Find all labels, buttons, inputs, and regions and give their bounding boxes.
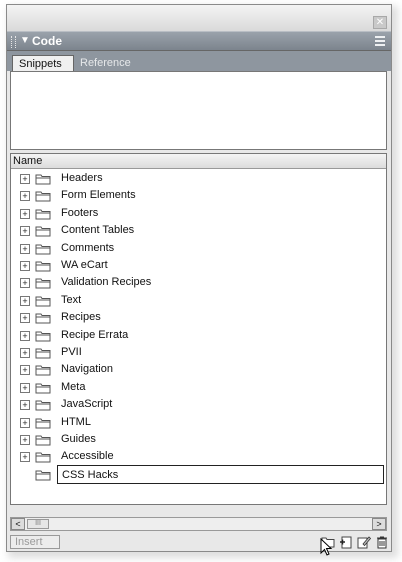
- list-item-label: Guides: [61, 433, 96, 445]
- list-item-label: Recipe Errata: [61, 328, 129, 341]
- list-item-label: Comments: [61, 241, 115, 254]
- expand-plus-icon[interactable]: +: [20, 313, 30, 324]
- list-item[interactable]: + Guides: [11, 431, 386, 448]
- folder-icon: [35, 435, 51, 446]
- edit-snippet-icon[interactable]: [357, 535, 371, 549]
- list-item[interactable]: + Accessible: [11, 448, 386, 465]
- horizontal-scrollbar[interactable]: < III >: [10, 517, 387, 531]
- mouse-cursor-icon: [320, 538, 333, 556]
- list-item-label: Validation Recipes: [61, 276, 152, 289]
- scroll-right-button[interactable]: >: [372, 518, 386, 530]
- panel-options-icon[interactable]: [375, 36, 385, 47]
- floating-titlebar[interactable]: ✕: [7, 5, 391, 31]
- snippet-list: Name + Headers + Form Elements + Footers + Cont…: [10, 153, 387, 505]
- tab-bar: Snippets Reference: [7, 51, 391, 71]
- list-item-label: Text: [61, 293, 82, 306]
- drag-grip-icon[interactable]: [11, 36, 16, 48]
- panel-header[interactable]: ▼ Code: [7, 31, 391, 51]
- folder-icon: [35, 400, 51, 411]
- folder-icon: [35, 331, 51, 342]
- collapse-arrow-icon[interactable]: ▼: [20, 35, 30, 46]
- folder-icon: [35, 452, 51, 463]
- list-item[interactable]: + Meta: [11, 379, 386, 396]
- list-item-label: Meta: [61, 380, 86, 393]
- folder-icon: [35, 174, 51, 185]
- list-item[interactable]: + Validation Recipes: [11, 274, 386, 291]
- scroll-thumb[interactable]: III: [27, 519, 49, 529]
- column-header-name[interactable]: Name: [11, 154, 386, 169]
- delete-icon[interactable]: [375, 535, 389, 549]
- panel-title[interactable]: Code: [32, 34, 62, 48]
- folder-icon: [35, 348, 51, 359]
- list-item[interactable]: + Recipes: [11, 309, 386, 326]
- folder-icon: [35, 209, 51, 220]
- expand-plus-icon[interactable]: +: [20, 435, 30, 445]
- expand-plus-icon[interactable]: +: [20, 191, 30, 202]
- expand-plus-icon[interactable]: +: [20, 226, 30, 237]
- folder-icon: [35, 418, 51, 429]
- expand-plus-icon[interactable]: +: [20, 330, 30, 341]
- insert-button[interactable]: Insert: [10, 535, 60, 549]
- list-item-label: Recipes: [61, 311, 101, 324]
- list-item[interactable]: + HTML: [11, 414, 386, 431]
- list-item-label: WA eCart: [61, 259, 108, 271]
- list-item-label: Navigation: [61, 363, 113, 376]
- list-item[interactable]: + Text: [11, 292, 386, 309]
- expand-plus-icon[interactable]: +: [20, 174, 30, 184]
- code-panel: ✕ ▼ Code Snippets Reference Name + Header…: [6, 4, 392, 552]
- new-folder-icon: [35, 470, 51, 481]
- list-item[interactable]: + JavaScript: [11, 396, 386, 413]
- list-item-label: PVII: [61, 346, 82, 358]
- tab-reference[interactable]: Reference: [74, 55, 148, 71]
- new-folder-name-input[interactable]: CSS Hacks: [57, 464, 384, 484]
- expand-plus-icon[interactable]: +: [20, 295, 30, 306]
- expand-plus-icon[interactable]: +: [20, 365, 30, 376]
- list-item[interactable]: + PVII: [11, 344, 386, 361]
- list-item-label: JavaScript: [61, 398, 113, 411]
- expand-plus-icon[interactable]: +: [20, 382, 30, 393]
- expand-plus-icon[interactable]: +: [20, 278, 30, 289]
- scroll-left-button[interactable]: <: [11, 518, 25, 530]
- snippet-preview-area: [10, 71, 387, 150]
- list-item[interactable]: + WA eCart: [11, 257, 386, 274]
- list-item[interactable]: + Headers: [11, 170, 386, 187]
- list-item[interactable]: + Comments: [11, 240, 386, 257]
- folder-icon: [35, 365, 51, 376]
- folder-icon: [35, 278, 51, 289]
- list-item-label: Headers: [61, 172, 103, 184]
- list-item-label: Content Tables: [61, 224, 135, 237]
- list-item-label: Footers: [61, 206, 99, 219]
- folder-icon: [35, 296, 51, 307]
- list-item-label: Form Elements: [61, 189, 136, 202]
- folder-icon: [35, 383, 51, 394]
- list-item[interactable]: + Navigation: [11, 361, 386, 378]
- folder-icon: [35, 226, 51, 237]
- list-item[interactable]: + Footers: [11, 205, 386, 222]
- folder-icon: [35, 244, 51, 255]
- folder-icon: [35, 313, 51, 324]
- expand-plus-icon[interactable]: +: [20, 417, 30, 428]
- list-item[interactable]: + Content Tables: [11, 222, 386, 239]
- close-icon[interactable]: ✕: [373, 16, 387, 29]
- list-item-label: HTML: [61, 415, 91, 428]
- expand-plus-icon[interactable]: +: [20, 400, 30, 411]
- list-item[interactable]: + Recipe Errata: [11, 327, 386, 344]
- expand-plus-icon[interactable]: +: [20, 261, 30, 271]
- new-folder-name-value: CSS Hacks: [62, 468, 119, 481]
- expand-plus-icon[interactable]: +: [20, 243, 30, 254]
- tab-snippets[interactable]: Snippets: [12, 55, 74, 71]
- folder-icon: [35, 261, 51, 272]
- expand-plus-icon[interactable]: +: [20, 348, 30, 358]
- list-item-label: Accessible: [61, 450, 114, 463]
- list-item[interactable]: + Form Elements: [11, 187, 386, 204]
- new-snippet-icon[interactable]: [339, 535, 353, 549]
- expand-plus-icon[interactable]: +: [20, 452, 30, 463]
- folder-icon: [35, 191, 51, 202]
- expand-plus-icon[interactable]: +: [20, 208, 30, 219]
